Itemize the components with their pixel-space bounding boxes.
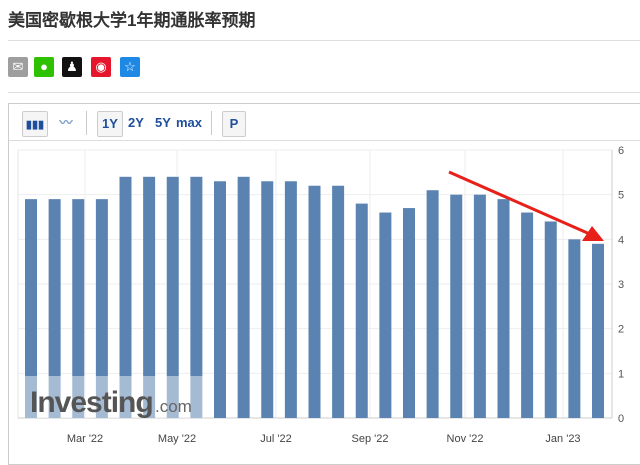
bar	[284, 181, 297, 418]
bar	[544, 221, 557, 418]
bar	[473, 194, 486, 418]
y-tick-label: 2	[618, 324, 624, 336]
bar	[261, 181, 274, 418]
bar	[426, 190, 439, 418]
bar-chart: 0 1 2 3 4 5 6 Mar '22 May '22 Jul '22 Sep '22 Nov '…	[17, 145, 624, 445]
bar	[568, 239, 581, 418]
watermark-suffix: .com	[155, 397, 192, 416]
x-tick-label: Sep '22	[352, 433, 389, 445]
bar	[403, 208, 415, 418]
bar	[355, 203, 368, 418]
bar	[214, 181, 226, 418]
y-tick-label: 6	[618, 145, 624, 157]
bar	[308, 185, 321, 418]
bar	[497, 199, 510, 418]
y-tick-label: 1	[618, 368, 624, 380]
y-tick-label: 4	[618, 234, 624, 246]
x-tick-label: Nov '22	[447, 433, 484, 445]
bar	[237, 176, 250, 418]
x-tick-label: Mar '22	[67, 433, 103, 445]
trend-arrow	[448, 170, 593, 237]
bar	[379, 212, 392, 418]
y-tick-label: 0	[618, 413, 624, 425]
y-tick-label: 5	[618, 190, 624, 202]
watermark-logo: Investing	[30, 386, 153, 419]
bar	[592, 243, 604, 418]
x-tick-label: Jan '23	[545, 433, 580, 445]
bar	[521, 212, 534, 418]
bar	[332, 185, 345, 418]
y-tick-label: 3	[618, 279, 624, 291]
bar	[450, 194, 463, 418]
x-tick-label: May '22	[158, 433, 196, 445]
x-tick-label: Jul '22	[260, 433, 291, 445]
